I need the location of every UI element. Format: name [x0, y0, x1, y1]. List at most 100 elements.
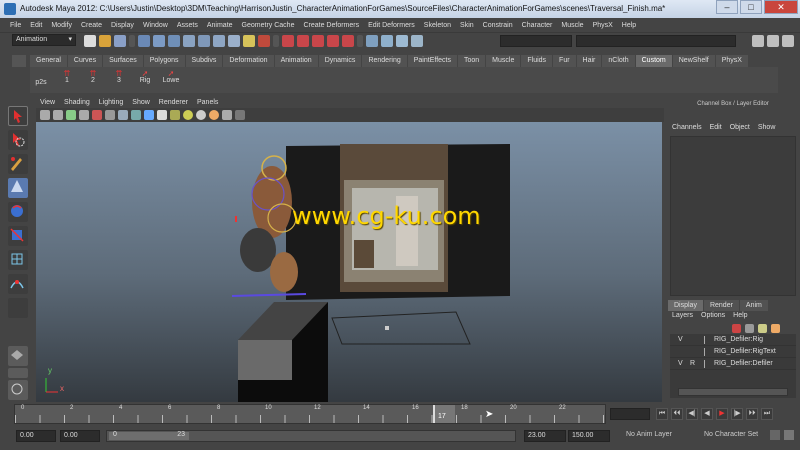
grid-toggle-icon[interactable] [105, 110, 115, 120]
menu-create[interactable]: Create [81, 22, 102, 29]
bookmark-icon[interactable] [66, 110, 76, 120]
menu-edit-deformers[interactable]: Edit Deformers [368, 22, 415, 29]
layer-color-swatch[interactable] [704, 348, 710, 356]
menu-display[interactable]: Display [111, 22, 134, 29]
rotate-tool-icon[interactable] [8, 202, 28, 222]
mode-select[interactable]: Animation ▾ [12, 34, 76, 46]
range-handle[interactable]: 0 23 [109, 431, 189, 440]
layer-color-swatch[interactable] [704, 336, 710, 344]
shelf-button-1[interactable]: ⇈ 1 [58, 69, 76, 86]
render-current-frame-icon[interactable] [282, 35, 294, 47]
snap-grid-icon[interactable] [183, 35, 195, 47]
image-plane-icon[interactable] [79, 110, 89, 120]
menu-character[interactable]: Character [522, 22, 553, 29]
step-back-frame-button[interactable]: ◀| [686, 408, 698, 420]
numeric-input-field[interactable] [576, 35, 736, 47]
lights-icon[interactable] [157, 110, 167, 120]
open-scene-icon[interactable] [99, 35, 111, 47]
tab-deformation[interactable]: Deformation [223, 55, 274, 67]
current-time-field[interactable] [610, 408, 650, 420]
tab-fur[interactable]: Fur [553, 55, 576, 67]
step-forward-frame-button[interactable]: |▶ [731, 408, 743, 420]
move-up-icon[interactable] [758, 324, 767, 333]
menu-muscle[interactable]: Muscle [561, 22, 583, 29]
tab-newshelf[interactable]: NewShelf [672, 55, 715, 67]
xray-icon[interactable] [235, 110, 245, 120]
quick-rename-field[interactable] [500, 35, 572, 47]
toggle-tool-settings-icon[interactable] [767, 35, 779, 47]
viewport-menu-panels[interactable]: Panels [197, 98, 218, 108]
wireframe-icon[interactable] [118, 110, 128, 120]
move-tool-icon[interactable] [8, 178, 28, 198]
maximize-button[interactable]: □ [740, 0, 762, 14]
menu-layers[interactable]: Layers [672, 310, 693, 322]
soft-mod-tool-icon[interactable] [8, 274, 28, 294]
tab-muscle[interactable]: Muscle [486, 55, 521, 67]
playback-end-field[interactable]: 23.00 [524, 430, 566, 442]
tab-custom[interactable]: Custom [635, 55, 672, 67]
menu-window[interactable]: Window [143, 22, 168, 29]
layer-row[interactable]: V RIG_Defiler:Rig [670, 334, 796, 346]
step-forward-key-button[interactable]: ⏵⏵ [746, 408, 758, 420]
shelf-menu-icon[interactable] [12, 55, 26, 67]
go-to-start-button[interactable]: ⏮ [656, 408, 668, 420]
layer-color-swatch[interactable] [704, 360, 710, 368]
tab-polygons[interactable]: Polygons [143, 55, 185, 67]
menu-modify[interactable]: Modify [51, 22, 72, 29]
new-layer-icon[interactable] [732, 324, 741, 333]
viewport-menu-view[interactable]: View [40, 98, 55, 108]
isolate-select-icon[interactable] [222, 110, 232, 120]
current-time-indicator[interactable]: 17 [433, 405, 455, 423]
tab-rendering[interactable]: Rendering [362, 55, 407, 67]
layer-visibility[interactable]: V [678, 334, 683, 346]
menu-physx[interactable]: PhysX [593, 22, 613, 29]
smooth-shade-icon[interactable] [131, 110, 141, 120]
shelf-button-2[interactable]: ⇈ 2 [84, 69, 102, 86]
viewport-menu-shading[interactable]: Shading [64, 98, 90, 108]
play-backward-button[interactable]: ◀ [701, 408, 713, 420]
new-scene-icon[interactable] [84, 35, 96, 47]
render-view-icon[interactable] [342, 35, 354, 47]
lasso-tool-icon[interactable] [8, 130, 28, 150]
lock-icon[interactable] [243, 35, 255, 47]
menu-geometry-cache[interactable]: Geometry Cache [242, 22, 295, 29]
new-layer-selected-icon[interactable] [745, 324, 754, 333]
tab-hair[interactable]: Hair [576, 55, 602, 67]
perspective-viewport[interactable]: y x [36, 122, 662, 402]
layer-reference[interactable]: R [690, 358, 695, 370]
shelf-button-lowe[interactable]: ➚ Lowe [162, 69, 180, 86]
toggle-attribute-editor-icon[interactable] [752, 35, 764, 47]
magnet-icon[interactable] [258, 35, 270, 47]
minimize-button[interactable]: – [716, 0, 738, 14]
tool-settings-toggle-icon[interactable] [396, 35, 408, 47]
shelf-button-rig[interactable]: ➚ Rig [136, 69, 154, 86]
select-object-icon[interactable] [153, 35, 165, 47]
viewport-menu-show[interactable]: Show [132, 98, 150, 108]
toggle-channel-box-icon[interactable] [782, 35, 794, 47]
menu-edit[interactable]: Edit [30, 22, 42, 29]
shadows-icon[interactable] [170, 110, 180, 120]
move-down-icon[interactable] [771, 324, 780, 333]
layout-single-pane-icon[interactable] [8, 346, 28, 366]
tab-subdivs[interactable]: Subdivs [185, 55, 223, 67]
tab-general[interactable]: General [30, 55, 67, 67]
layout-outliner-icon[interactable] [8, 380, 28, 400]
tab-physx[interactable]: PhysX [715, 55, 748, 67]
tab-surfaces[interactable]: Surfaces [103, 55, 143, 67]
channel-box-toggle-icon[interactable] [411, 35, 423, 47]
tab-toon[interactable]: Toon [457, 55, 486, 67]
layer-row[interactable]: V R RIG_Defiler:Defiler [670, 358, 796, 370]
menu-channels[interactable]: Channels [672, 122, 702, 134]
layout-four-pane-icon[interactable] [8, 368, 28, 378]
layer-row[interactable]: RIG_Defiler:RigText [670, 346, 796, 358]
playback-start-field[interactable]: 0.00 [60, 430, 100, 442]
anim-layer-menu[interactable]: No Anim Layer [626, 431, 672, 438]
ambient-occlusion-icon[interactable] [209, 110, 219, 120]
film-gate-icon[interactable] [92, 110, 102, 120]
tab-animation[interactable]: Animation [274, 55, 318, 67]
close-button[interactable]: ✕ [764, 0, 798, 14]
render-settings-icon[interactable] [312, 35, 324, 47]
menu-create-deformers[interactable]: Create Deformers [303, 22, 359, 29]
layer-list-scrollbar[interactable] [678, 388, 788, 396]
go-to-end-button[interactable]: ⏭ [761, 408, 773, 420]
